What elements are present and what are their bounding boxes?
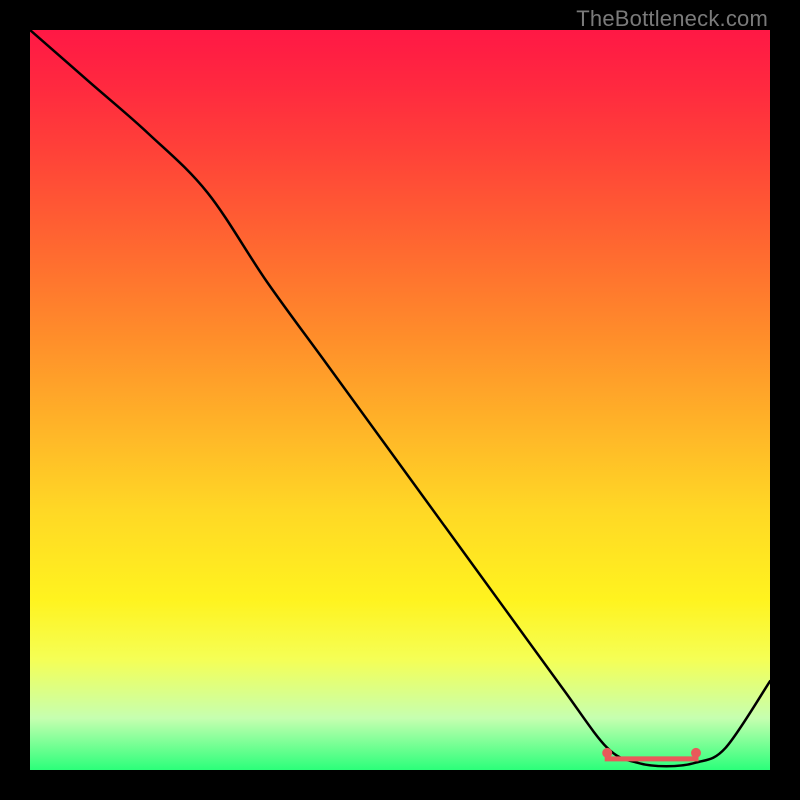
chart-overlay xyxy=(30,30,770,770)
curve-line xyxy=(30,30,770,766)
chart-canvas: TheBottleneck.com xyxy=(0,0,800,800)
optimal-range-bracket xyxy=(602,748,701,759)
watermark-text: TheBottleneck.com xyxy=(576,6,768,32)
plot-area xyxy=(30,30,770,770)
